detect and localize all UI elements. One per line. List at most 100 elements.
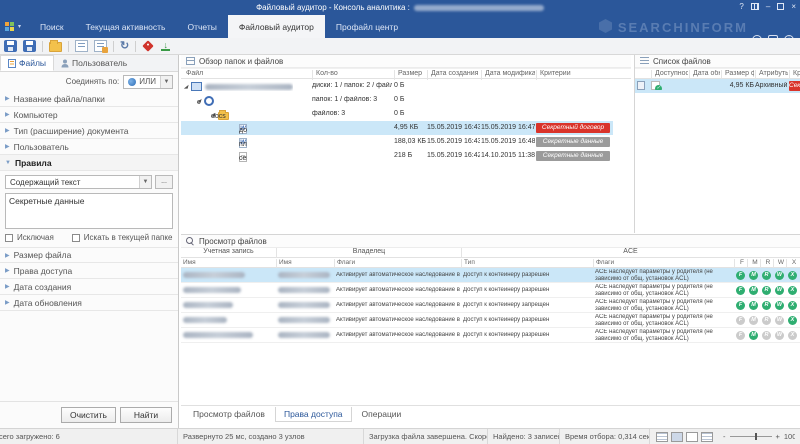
col-perm-r[interactable]: R — [760, 259, 773, 268]
download-icon[interactable]: ↓ — [161, 41, 171, 51]
acl-row[interactable]: Активирует автоматическое наследование в… — [181, 268, 800, 283]
rule-text-input[interactable]: Секретные данные — [5, 193, 173, 229]
perm-x-icon: X — [788, 331, 797, 340]
col-perm-x[interactable]: X — [786, 259, 799, 268]
redacted-account — [183, 332, 253, 338]
save-all-icon[interactable] — [23, 40, 36, 52]
col-ace-type[interactable]: Тип — [461, 259, 593, 268]
view-mode-details-icon[interactable] — [656, 431, 668, 442]
acl-row[interactable]: Активирует автоматическое наследование в… — [181, 298, 800, 313]
filter-section-computer[interactable]: ▶ Компьютер — [0, 107, 178, 123]
expander-icon[interactable]: ◢ — [184, 84, 188, 90]
view-mode-tiles-icon[interactable] — [686, 431, 698, 442]
col-perm-w[interactable]: W — [773, 259, 786, 268]
tab-file-preview[interactable]: Просмотр файлов — [185, 407, 273, 422]
report-icon[interactable] — [75, 40, 88, 52]
layout-icon[interactable] — [750, 3, 759, 10]
folders-overview-panel: Обзор папок и файлов Файл Кол-во Размер … — [181, 55, 631, 233]
redacted-account — [183, 287, 241, 293]
perm-f-icon: F — [736, 271, 745, 280]
view-mode-list-icon[interactable] — [671, 431, 683, 442]
col-ace-flags[interactable]: Флаги — [593, 259, 734, 268]
tab-current-activity[interactable]: Текущая активность — [75, 15, 177, 38]
help-icon[interactable]: ? — [739, 2, 743, 11]
join-by-select[interactable]: ИЛИ ▼ — [123, 74, 173, 89]
tree-row-folder-docs[interactable]: ◢ docs файлов: 3 0 Б — [181, 107, 631, 121]
close-icon[interactable]: × — [791, 2, 796, 11]
file-row[interactable]: Wдоговор поставки.docx 4,95 КБ 15.05.201… — [181, 121, 613, 135]
zoom-out-button[interactable]: - — [723, 432, 726, 441]
redacted-computer-name — [204, 83, 293, 90]
acl-row[interactable]: Активирует автоматическое наследование в… — [181, 313, 800, 328]
tab-access-rights[interactable]: Права доступа — [274, 407, 352, 422]
filter-section-update-date[interactable]: ▶ Дата обновления — [0, 295, 178, 311]
tab-profile-center[interactable]: Профайл центр — [325, 15, 409, 38]
exclude-checkbox[interactable] — [5, 233, 13, 242]
save-icon[interactable] — [4, 40, 17, 52]
find-button[interactable]: Найти — [120, 407, 172, 423]
view-mode-stack-icon[interactable] — [701, 431, 713, 442]
tree-row-computer[interactable]: ◢ диски: 1 / папок: 2 / файлов: 3 0 Б — [181, 79, 631, 93]
perm-r-icon: R — [762, 301, 771, 310]
tab-search[interactable]: Поиск — [29, 15, 75, 38]
perm-r-icon: R — [762, 331, 771, 340]
tab-reports[interactable]: Отчеты — [176, 15, 227, 38]
group-owner[interactable]: Владелец — [276, 248, 461, 258]
filter-section-user[interactable]: ▶ Пользователь — [0, 139, 178, 155]
acl-row[interactable]: Активирует автоматическое наследование в… — [181, 328, 800, 343]
filter-sidebar: Файлы Пользователь Соединять по: ИЛИ ▼ ▶… — [0, 55, 179, 428]
zoom-slider-thumb[interactable] — [754, 433, 757, 440]
tag-icon[interactable] — [142, 40, 154, 52]
col-owner-name[interactable]: Имя — [276, 259, 334, 268]
expander-icon: ▶ — [5, 284, 10, 290]
report-settings-icon[interactable] — [94, 40, 108, 53]
zoom-slider[interactable] — [729, 433, 772, 440]
search-current-folder-checkbox[interactable] — [71, 233, 80, 242]
file-list-row[interactable]: 4,95 КБ Архивный Секретный договор — [635, 79, 800, 93]
group-account[interactable]: Учетная запись — [181, 248, 276, 258]
availability-check-icon — [651, 81, 662, 90]
perm-w-icon: W — [775, 271, 784, 280]
file-row[interactable]: Wплан и годовой отчет.docx 188,03 КБ 15.… — [181, 135, 631, 149]
zoom-value: 100% — [783, 432, 795, 441]
filter-section-access-rights[interactable]: ▶ Права доступа — [0, 263, 178, 279]
file-list-panel-title: Список файлов — [653, 56, 711, 66]
col-perm-f[interactable]: F — [734, 259, 747, 268]
filter-section-rules[interactable]: ▼ Правила — [0, 155, 178, 171]
brand-watermark: SEARCHINFORM — [617, 20, 748, 35]
perm-f-icon: F — [736, 301, 745, 310]
rule-more-button[interactable]: ... — [155, 175, 173, 189]
minimize-icon[interactable]: – — [766, 2, 770, 11]
filter-section-file-size[interactable]: ▶ Размер файла — [0, 247, 178, 263]
open-folder-icon[interactable] — [49, 40, 62, 52]
tab-operations[interactable]: Операции — [354, 407, 410, 422]
file-preview-panel: Просмотр файлов Учетная запись Владелец … — [181, 234, 800, 428]
clear-button[interactable]: Очистить — [60, 407, 116, 423]
app-menu-button[interactable]: ▾ — [0, 15, 29, 38]
filter-section-file-name[interactable]: ▶ Название файла/папки — [0, 91, 178, 107]
filter-section-doc-type[interactable]: ▶ Тип (расширение) документа — [0, 123, 178, 139]
tree-row-disk-c[interactable]: ◢ c папок: 1 / файлов: 3 0 Б — [181, 93, 631, 107]
sidebar-tab-files[interactable]: Файлы — [0, 55, 55, 71]
perm-x-icon: X — [788, 301, 797, 310]
acl-row[interactable]: Активирует автоматическое наследование в… — [181, 283, 800, 298]
col-perm-m[interactable]: M — [747, 259, 760, 268]
refresh-icon[interactable]: ↻ — [120, 40, 129, 52]
criteria-badge: Секретный договор — [789, 81, 800, 91]
zoom-in-button[interactable]: + — [776, 432, 780, 441]
group-ace[interactable]: ACE — [461, 248, 799, 258]
acl-sub-header: Имя Имя Флаги Тип Флаги F M R W X — [181, 258, 800, 268]
sidebar-tab-files-label: Файлы — [19, 58, 47, 68]
join-by-label: Соединять по: — [65, 77, 120, 86]
filter-section-creation-date[interactable]: ▶ Дата создания — [0, 279, 178, 295]
status-loaded: Всего загружено: 6 — [0, 432, 60, 441]
file-row[interactable]: секретный файл.txt 218 Б 15.05.2019 16:4… — [181, 149, 631, 163]
sidebar-tab-users[interactable]: Пользователь — [54, 55, 134, 71]
tab-file-auditor[interactable]: Файловый аудитор — [227, 15, 325, 38]
col-account-name[interactable]: Имя — [181, 259, 276, 268]
preview-tabs: Просмотр файлов Права доступа Операции — [181, 405, 800, 422]
rule-condition-select[interactable]: Содержащий текст ▼ — [5, 175, 152, 189]
col-owner-flags[interactable]: Флаги — [334, 259, 461, 268]
restore-icon[interactable] — [777, 3, 785, 10]
menu-bar: ▾ Поиск Текущая активность Отчеты Файлов… — [0, 15, 800, 45]
